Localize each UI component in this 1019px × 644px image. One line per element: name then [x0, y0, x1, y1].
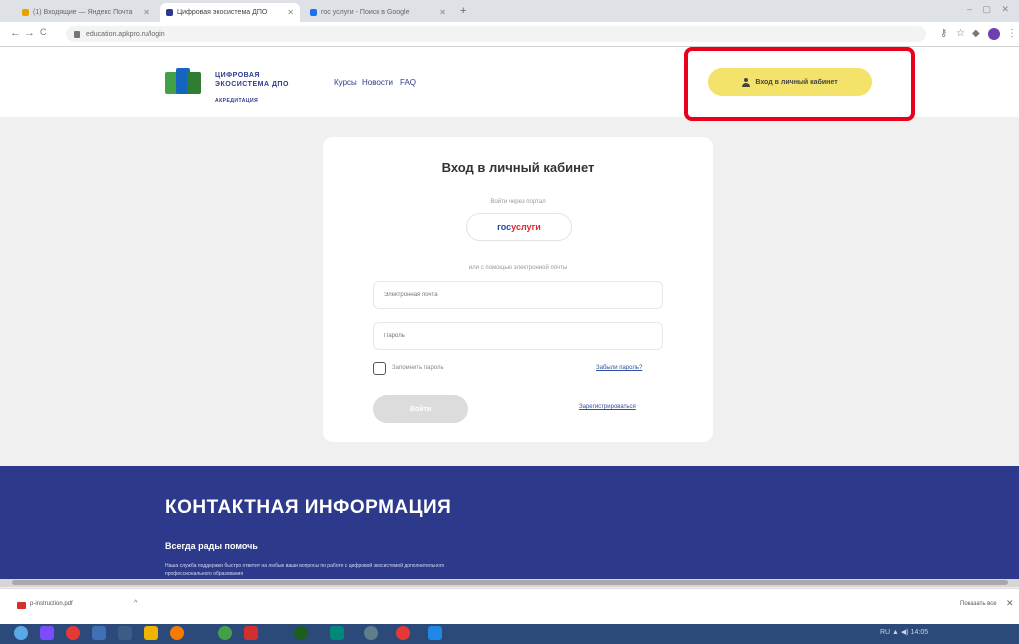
logo-subtitle: АКРЕДИТАЦИЯ — [215, 98, 259, 104]
app-icon[interactable] — [244, 626, 258, 640]
app-icon[interactable] — [364, 626, 378, 640]
chrome-icon[interactable] — [218, 626, 232, 640]
star-icon[interactable]: ☆ — [956, 28, 965, 39]
forward-button[interactable]: → — [24, 27, 35, 39]
menu-icon[interactable]: ⋮ — [1007, 28, 1017, 39]
app-icon[interactable] — [118, 626, 132, 640]
highlight-box — [684, 47, 915, 121]
opera-icon[interactable] — [66, 626, 80, 640]
system-tray[interactable]: RU ▲ ◀) 14:05 — [880, 628, 928, 636]
show-all-downloads[interactable]: Показать все — [960, 601, 997, 607]
password-field[interactable] — [373, 322, 663, 350]
extension-icon[interactable]: ◆ — [972, 28, 980, 39]
pdf-icon — [17, 602, 26, 609]
gosuslugi-button[interactable]: гос услуги — [466, 213, 572, 241]
site-icon — [166, 9, 173, 16]
contact-heading: КОНТАКТНАЯ ИНФОРМАЦИЯ — [165, 497, 452, 518]
new-tab-button[interactable]: + — [460, 5, 466, 17]
email-login-label: или с помощью электронной почты — [468, 265, 568, 271]
via-portal-label: Войти через портал — [490, 199, 546, 205]
email-field[interactable] — [373, 281, 663, 309]
register-link[interactable]: Зарегистрироваться — [579, 404, 636, 410]
app-icon[interactable] — [92, 626, 106, 640]
media-icon[interactable] — [170, 626, 184, 640]
window-controls[interactable]: – ▢ ✕ — [967, 4, 1013, 15]
contact-subheading: Всегда рады помочь — [165, 541, 258, 551]
google-icon — [310, 9, 317, 16]
app-icon[interactable] — [294, 626, 308, 640]
tab-ecosystem[interactable]: Цифровая экосистема ДПО ✕ — [160, 3, 300, 22]
app-icon[interactable] — [40, 626, 54, 640]
chevron-up-icon[interactable]: ^ — [134, 600, 137, 607]
forgot-password-link[interactable]: Забыли пароль? — [596, 365, 642, 371]
explorer-icon[interactable] — [144, 626, 158, 640]
close-download-bar[interactable]: ✕ — [1006, 598, 1014, 609]
close-tab-icon[interactable]: ✕ — [287, 8, 294, 17]
profile-avatar[interactable] — [988, 28, 1000, 40]
nav-news[interactable]: Новости — [362, 78, 393, 87]
start-icon[interactable] — [14, 626, 28, 640]
tab-yandex-mail[interactable]: (1) Входящие — Яндекс Почта ✕ — [16, 3, 156, 22]
tab-google[interactable]: гос услуги - Поиск в Google ✕ — [304, 3, 452, 22]
contact-footer — [0, 466, 1019, 579]
nav-faq[interactable]: FAQ — [400, 78, 416, 87]
close-tab-icon[interactable]: ✕ — [143, 8, 150, 17]
nav-courses[interactable]: Курсы — [334, 78, 357, 87]
remember-label: Запомнить пароль — [392, 365, 444, 371]
download-bar — [0, 588, 1019, 625]
back-button[interactable]: ← — [10, 27, 21, 39]
login-title: Вход в личный кабинет — [441, 160, 595, 175]
url-field[interactable]: education.apkpro.ru/login — [66, 26, 926, 42]
close-tab-icon[interactable]: ✕ — [439, 8, 446, 17]
scrollbar-thumb[interactable] — [12, 580, 1008, 585]
word-icon[interactable] — [428, 626, 442, 640]
reload-button[interactable]: C — [40, 27, 47, 37]
key-icon[interactable]: ⚷ — [940, 28, 947, 39]
logo-text[interactable]: ЦИФРОВАЯ ЭКОСИСТЕМА ДПО — [215, 71, 325, 89]
app-icon[interactable] — [330, 626, 344, 640]
logo-icon[interactable] — [165, 68, 201, 96]
mail-icon — [22, 9, 29, 16]
remember-checkbox[interactable] — [373, 362, 386, 375]
download-file[interactable]: p-instruction.pdf — [30, 601, 73, 607]
lock-icon — [74, 30, 80, 38]
submit-button[interactable]: Войти — [373, 395, 468, 423]
yandex-browser-icon[interactable] — [396, 626, 410, 640]
contact-text: Наша служба поддержки быстро ответит на … — [165, 563, 445, 577]
